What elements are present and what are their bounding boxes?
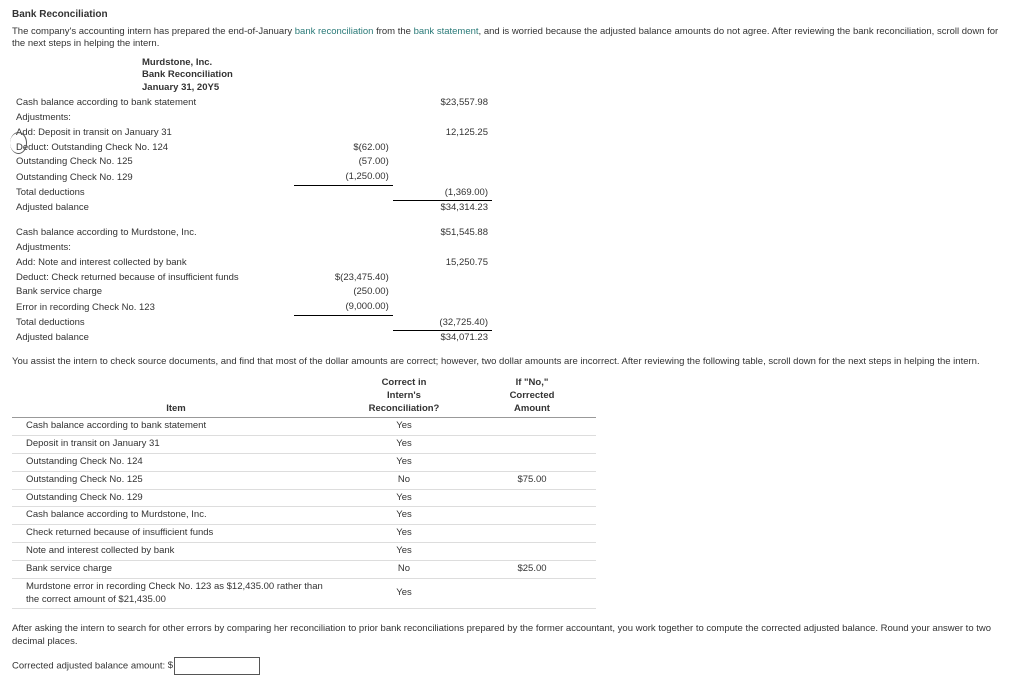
cell-correct: Yes xyxy=(340,454,468,472)
cell-item: Bank service charge xyxy=(12,560,340,578)
row-label: Add: Deposit in transit on January 31 xyxy=(12,126,294,141)
th-item: Item xyxy=(12,375,340,418)
reconciliation-table-bank: Cash balance according to bank statement… xyxy=(12,96,492,346)
cell-amount xyxy=(468,507,596,525)
table-row: Check returned because of insufficient f… xyxy=(12,525,596,543)
row-value: $23,557.98 xyxy=(393,96,492,111)
intro-text: The company's accounting intern has prep… xyxy=(12,26,1012,52)
table-row: Outstanding Check No. 129Yes xyxy=(12,489,596,507)
cell-correct: Yes xyxy=(340,418,468,436)
cell-correct: Yes xyxy=(340,436,468,454)
link-bank-statement[interactable]: bank statement xyxy=(414,26,479,37)
answer-row: Corrected adjusted balance amount: $ xyxy=(12,657,1012,675)
corrected-balance-input[interactable] xyxy=(174,657,260,675)
table-row: Cash balance according to bank statement… xyxy=(12,418,596,436)
cell-item: Note and interest collected by bank xyxy=(12,543,340,561)
row-label: Adjusted balance xyxy=(12,331,294,346)
row-label: Adjustments: xyxy=(12,111,294,126)
cell-item: Outstanding Check No. 129 xyxy=(12,489,340,507)
cell-amount xyxy=(468,436,596,454)
cell-item: Cash balance according to bank statement xyxy=(12,418,340,436)
th-corrected: If "No,"CorrectedAmount xyxy=(468,375,596,418)
dollar-sign: $ xyxy=(168,660,173,671)
company-name: Murdstone, Inc. xyxy=(142,57,1012,69)
cell-amount xyxy=(468,489,596,507)
doc-date: January 31, 20Y5 xyxy=(142,82,1012,94)
row-label: Deduct: Outstanding Check No. 124 xyxy=(12,141,294,156)
cell-correct: Yes xyxy=(340,578,468,609)
cell-amount xyxy=(468,454,596,472)
cell-item: Outstanding Check No. 124 xyxy=(12,454,340,472)
cell-correct: No xyxy=(340,560,468,578)
row-col1: (57.00) xyxy=(294,155,393,170)
row-value: 12,125.25 xyxy=(393,126,492,141)
th-correct: Correct inIntern'sReconciliation? xyxy=(340,375,468,418)
cell-correct: Yes xyxy=(340,489,468,507)
row-label: Bank service charge xyxy=(12,285,294,300)
link-bank-reconciliation[interactable]: bank reconciliation xyxy=(295,26,374,37)
row-col1: $(62.00) xyxy=(294,141,393,156)
cell-amount xyxy=(468,418,596,436)
focus-ring-decoration xyxy=(10,132,27,154)
row-label: Cash balance according to bank statement xyxy=(12,96,294,111)
row-col1: (250.00) xyxy=(294,285,393,300)
row-label: Error in recording Check No. 123 xyxy=(12,300,294,315)
cell-item: Cash balance according to Murdstone, Inc… xyxy=(12,507,340,525)
row-value: (1,369.00) xyxy=(393,186,492,201)
table-row: Deposit in transit on January 31Yes xyxy=(12,436,596,454)
row-col1: (1,250.00) xyxy=(294,170,393,185)
row-label: Outstanding Check No. 129 xyxy=(12,170,294,185)
row-value: $34,071.23 xyxy=(393,331,492,346)
row-value: (32,725.40) xyxy=(393,316,492,331)
row-label: Outstanding Check No. 125 xyxy=(12,155,294,170)
row-col1: $(23,475.40) xyxy=(294,271,393,286)
check-table: Item Correct inIntern'sReconciliation? I… xyxy=(12,375,596,609)
table-row: Outstanding Check No. 125No$75.00 xyxy=(12,471,596,489)
row-label: Total deductions xyxy=(12,186,294,201)
row-label: Total deductions xyxy=(12,316,294,331)
table-row: Cash balance according to Murdstone, Inc… xyxy=(12,507,596,525)
cell-amount: $25.00 xyxy=(468,560,596,578)
cell-correct: Yes xyxy=(340,525,468,543)
cell-amount: $75.00 xyxy=(468,471,596,489)
cell-correct: Yes xyxy=(340,507,468,525)
row-value: 15,250.75 xyxy=(393,256,492,271)
table-row: Bank service chargeNo$25.00 xyxy=(12,560,596,578)
intro-pre: The company's accounting intern has prep… xyxy=(12,26,295,37)
cell-amount xyxy=(468,525,596,543)
cell-amount xyxy=(468,578,596,609)
cell-item: Outstanding Check No. 125 xyxy=(12,471,340,489)
cell-item: Deposit in transit on January 31 xyxy=(12,436,340,454)
row-label: Add: Note and interest collected by bank xyxy=(12,256,294,271)
doc-name: Bank Reconciliation xyxy=(142,69,1012,81)
answer-label: Corrected adjusted balance amount: xyxy=(12,660,168,671)
cell-amount xyxy=(468,543,596,561)
row-label: Deduct: Check returned because of insuff… xyxy=(12,271,294,286)
cell-item: Check returned because of insufficient f… xyxy=(12,525,340,543)
mid-note: You assist the intern to check source do… xyxy=(12,356,1012,369)
cell-correct: Yes xyxy=(340,543,468,561)
cell-item: Murdstone error in recording Check No. 1… xyxy=(12,578,340,609)
table-row: Note and interest collected by bankYes xyxy=(12,543,596,561)
row-col1: (9,000.00) xyxy=(294,300,393,315)
row-value: $51,545.88 xyxy=(393,226,492,241)
row-value: $34,314.23 xyxy=(393,201,492,216)
reconciliation-header: Murdstone, Inc. Bank Reconciliation Janu… xyxy=(142,57,1012,94)
page-title: Bank Reconciliation xyxy=(12,8,1012,22)
final-note: After asking the intern to search for ot… xyxy=(12,623,1012,649)
row-label: Adjustments: xyxy=(12,241,294,256)
row-label: Cash balance according to Murdstone, Inc… xyxy=(12,226,294,241)
intro-mid: from the xyxy=(373,26,413,37)
table-row: Outstanding Check No. 124Yes xyxy=(12,454,596,472)
row-label: Adjusted balance xyxy=(12,201,294,216)
cell-correct: No xyxy=(340,471,468,489)
table-row: Murdstone error in recording Check No. 1… xyxy=(12,578,596,609)
